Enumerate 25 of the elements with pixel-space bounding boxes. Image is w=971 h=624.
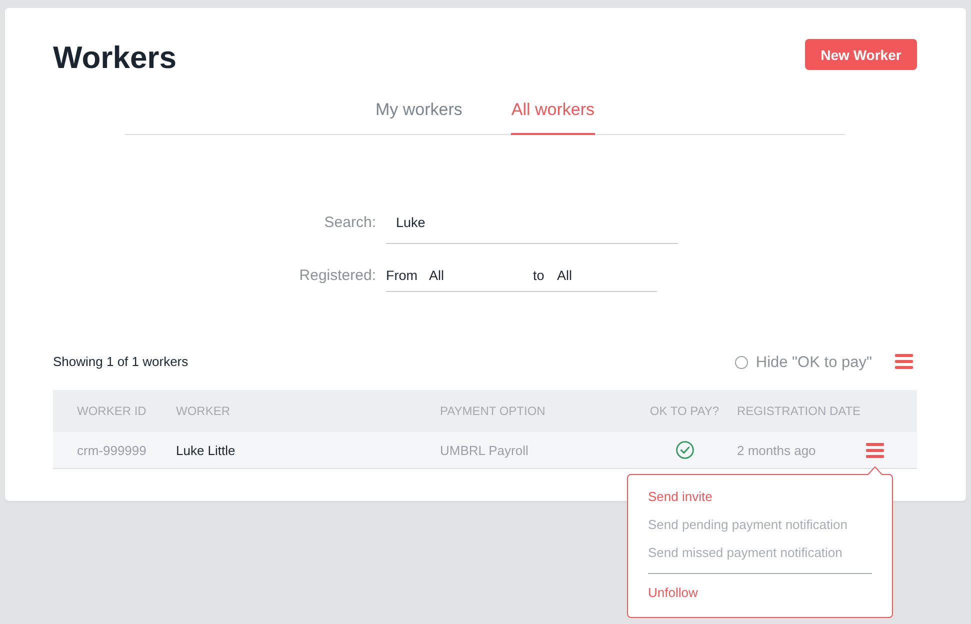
search-label: Search: [323,213,376,233]
column-header: WORKER [176,404,230,418]
column-header: PAYMENT OPTION [440,404,546,418]
date-range-field[interactable]: From All to All [386,259,657,292]
registered-label: Registered: [298,266,376,286]
results-summary: Showing 1 of 1 workers [53,354,188,368]
tab[interactable]: My workers [375,99,462,135]
radio-button[interactable] [734,356,748,369]
column-header: OK TO PAY? [650,404,720,418]
hide-ok-to-pay-label[interactable]: Hide "OK to pay" [756,354,872,372]
worker-id-cell: crm-999999 [77,442,146,458]
tab[interactable]: All workers [511,99,595,135]
page-title: Workers [53,39,176,77]
menu-icon[interactable] [895,354,913,368]
menu-item[interactable]: Send invite [648,483,872,511]
column-header: WORKER ID [77,404,146,418]
column-header: REGISTRATION DATE [737,404,861,418]
registration-date-cell: 2 months ago [737,442,816,458]
worker-name-cell: Luke Little [176,442,236,458]
new-worker-button[interactable]: New Worker [805,39,917,70]
search-field[interactable]: Luke [386,204,678,244]
menu-item[interactable]: Unfollow [648,579,872,607]
table-row[interactable]: crm-999999 Luke Little UMBRL Payroll 2 months ago [53,432,917,469]
payment-option-cell: UMBRL Payroll [440,442,528,458]
menu-icon[interactable] [866,442,884,458]
